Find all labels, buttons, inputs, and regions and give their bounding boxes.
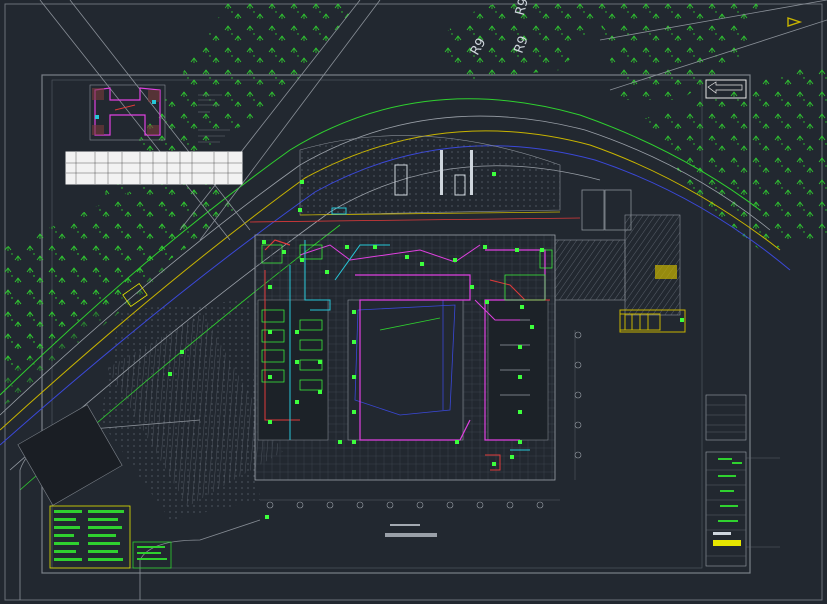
schedule-table <box>65 151 243 185</box>
north-arrow-icon <box>787 17 803 27</box>
key-plan <box>89 84 166 141</box>
legend-table-green <box>49 505 172 569</box>
cad-drawing-canvas: R9 R9 R9 <box>0 0 827 601</box>
